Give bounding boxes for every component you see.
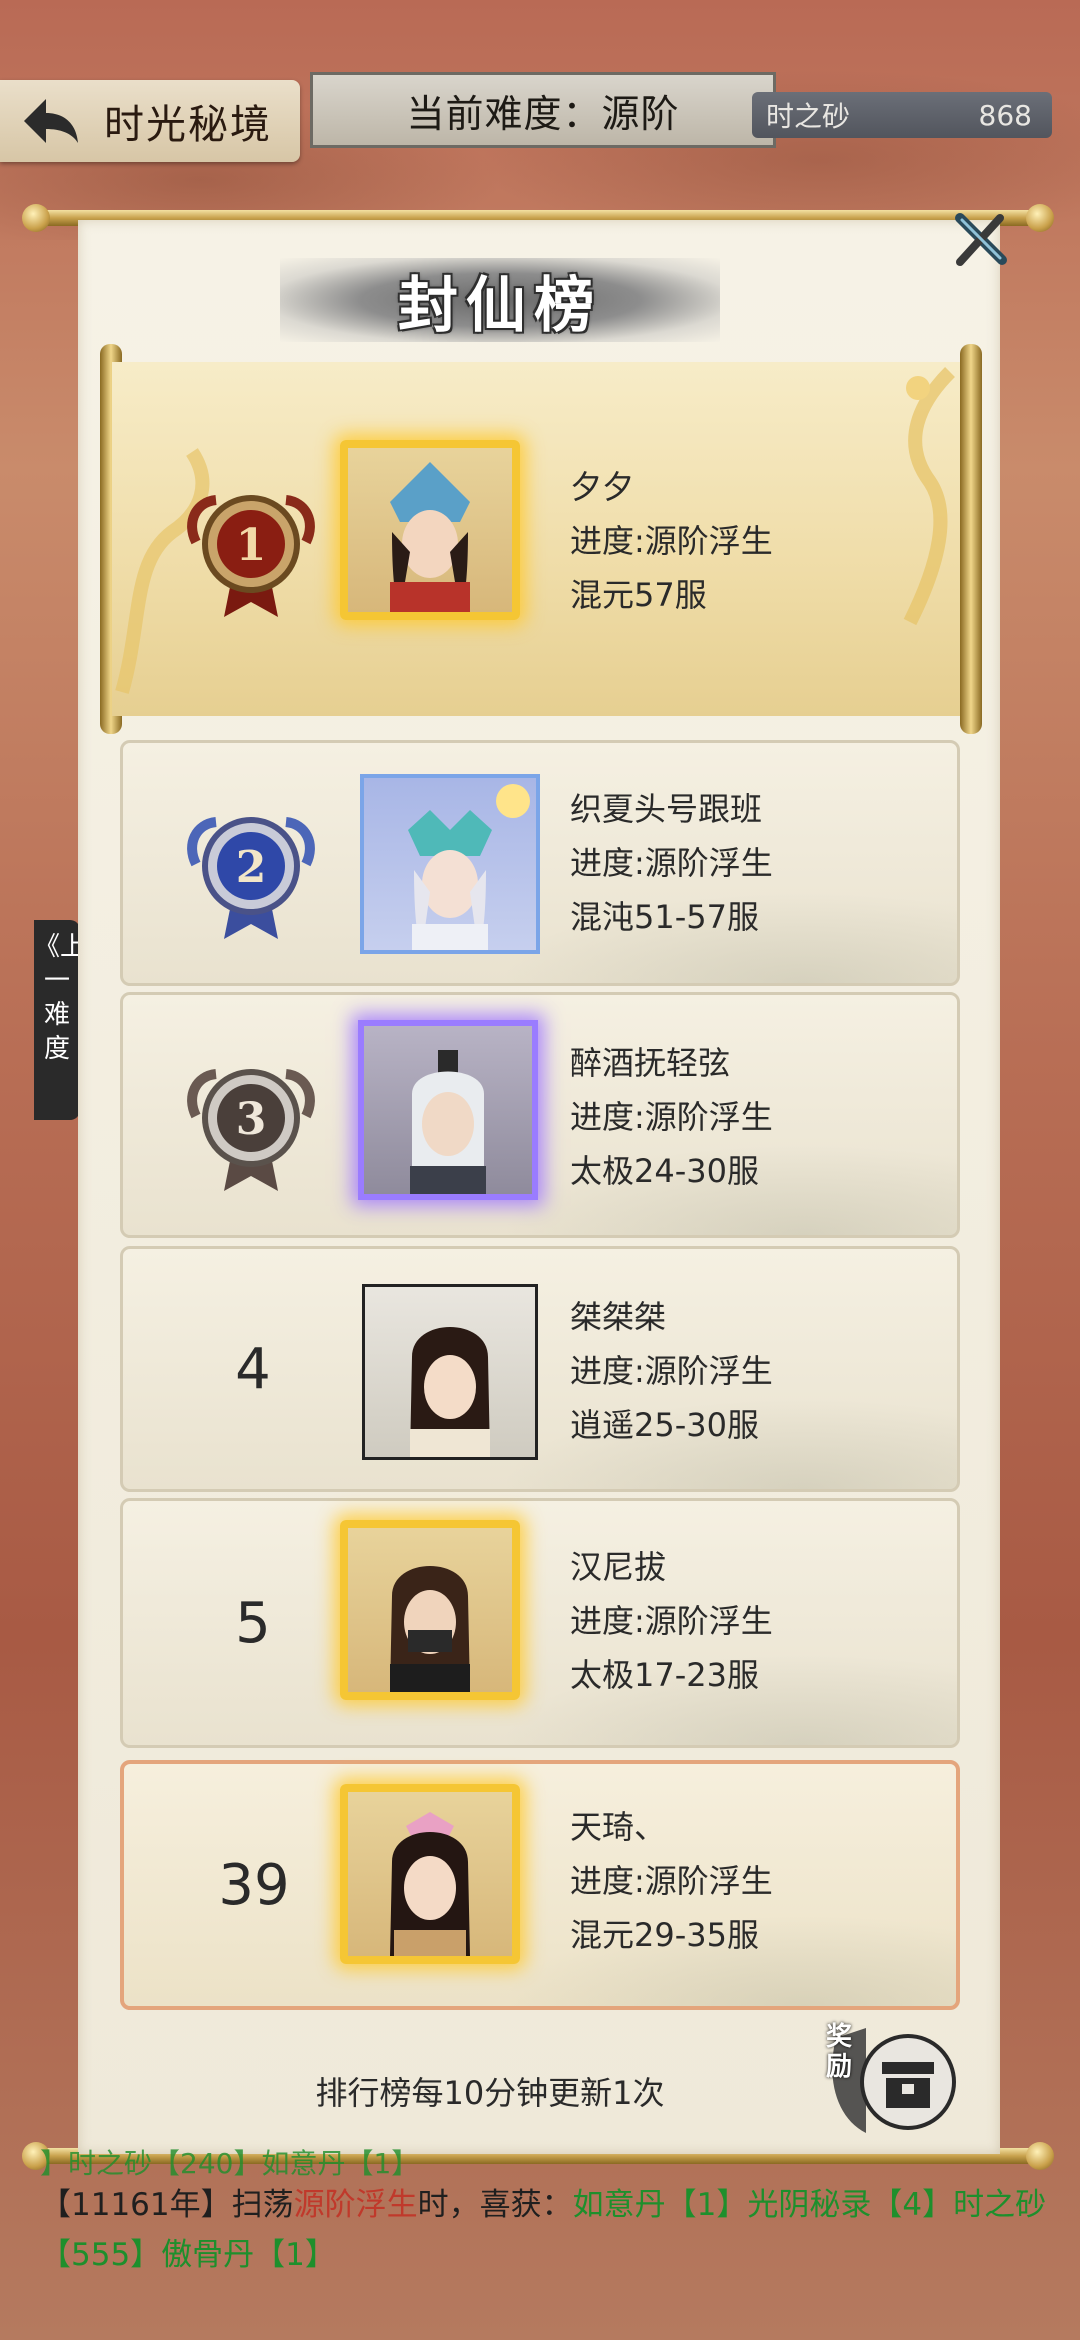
- player-server: 太极17-23服: [570, 1656, 759, 1694]
- back-arrow-icon: [16, 90, 86, 152]
- player-server: 太极24-30服: [570, 1152, 759, 1190]
- currency-name: 时之砂: [766, 100, 851, 133]
- battle-log: 】时之砂【240】如意丹【1】 【11161年】扫荡源阶浮生时，喜获：如意丹【1…: [40, 2148, 1050, 2280]
- log-stage: 源阶浮生: [293, 2187, 418, 2223]
- reward-label: 奖励: [826, 2022, 853, 2082]
- rank-3-avatar: [358, 1020, 538, 1200]
- panel-title: 封仙榜: [398, 270, 602, 341]
- difficulty-label: 当前难度：源阶: [310, 72, 776, 148]
- panel-title-banner: 封仙榜: [280, 258, 720, 342]
- rank-2-info: 织夏头号跟班 进度:源阶浮生 混沌51-57服: [570, 782, 773, 944]
- phoenix-decoration-right: [903, 367, 956, 626]
- currency-value: 868: [978, 98, 1032, 132]
- player-server: 混元29-35服: [570, 1916, 759, 1954]
- rank-1-avatar: [340, 440, 520, 620]
- rank1-scroll-rod-right: [960, 344, 982, 734]
- svg-text:2: 2: [236, 842, 267, 893]
- rank-1-medal-icon: 1: [187, 495, 315, 617]
- player-server: 逍遥25-30服: [570, 1406, 759, 1444]
- reward-button[interactable]: 奖励: [826, 2018, 956, 2138]
- log-year: 【11161年】扫荡: [40, 2187, 294, 2223]
- rank-1-info: 夕夕 进度:源阶浮生 混元57服: [570, 460, 773, 622]
- rank-5-info: 汉尼拔 进度:源阶浮生 太极17-23服: [570, 1540, 773, 1702]
- rank-5-entry[interactable]: 5: [120, 1498, 960, 1748]
- player-name: 汉尼拔: [570, 1548, 667, 1586]
- rank-4-avatar: [362, 1284, 538, 1460]
- player-progress: 进度:源阶浮生: [570, 1862, 773, 1900]
- svg-text:1: 1: [236, 520, 267, 571]
- moon-icon: [496, 784, 530, 818]
- rank-2-avatar: [360, 774, 540, 954]
- my-rank-info: 天琦、 进度:源阶浮生 混元29-35服: [570, 1800, 773, 1962]
- player-name: 夕夕: [570, 468, 635, 506]
- player-progress: 进度:源阶浮生: [570, 522, 773, 560]
- rank-2-medal-icon: 2: [187, 817, 315, 939]
- rank-5-avatar: [340, 1520, 520, 1700]
- player-server: 混元57服: [570, 576, 707, 614]
- rank-4-entry[interactable]: 4: [120, 1246, 960, 1492]
- player-name: 天琦、: [570, 1808, 667, 1846]
- svg-text:3: 3: [236, 1094, 267, 1145]
- player-server: 混沌51-57服: [570, 898, 759, 936]
- player-name: 织夏头号跟班: [570, 790, 763, 828]
- player-progress: 进度:源阶浮生: [570, 1098, 773, 1136]
- previous-difficulty-tab[interactable]: 《上一难度: [34, 920, 86, 1120]
- back-label: 时光秘境: [104, 102, 272, 148]
- rank-4-info: 桀桀桀 进度:源阶浮生 逍遥25-30服: [570, 1290, 773, 1452]
- update-notice: 排行榜每10分钟更新1次: [315, 2074, 665, 2112]
- my-avatar: [340, 1784, 520, 1964]
- log-previous-line: 】时之砂【240】如意丹【1】: [40, 2147, 420, 2180]
- rank-number: 4: [235, 1336, 271, 1402]
- rank-3-medal-icon: 3: [187, 1069, 315, 1191]
- rank-3-info: 醉酒抚轻弦 进度:源阶浮生 太极24-30服: [570, 1036, 773, 1198]
- player-name: 桀桀桀: [570, 1298, 667, 1336]
- back-button[interactable]: 时光秘境: [0, 80, 300, 162]
- close-icon[interactable]: [946, 206, 1014, 274]
- my-rank-entry[interactable]: 39: [120, 1760, 960, 2010]
- player-name: 醉酒抚轻弦: [570, 1044, 731, 1082]
- log-mid: 时，喜获：: [417, 2187, 573, 2223]
- player-progress: 进度:源阶浮生: [570, 1602, 773, 1640]
- currency-display: 时之砂 868: [752, 92, 1052, 138]
- player-progress: 进度:源阶浮生: [570, 1352, 773, 1390]
- player-progress: 进度:源阶浮生: [570, 844, 773, 882]
